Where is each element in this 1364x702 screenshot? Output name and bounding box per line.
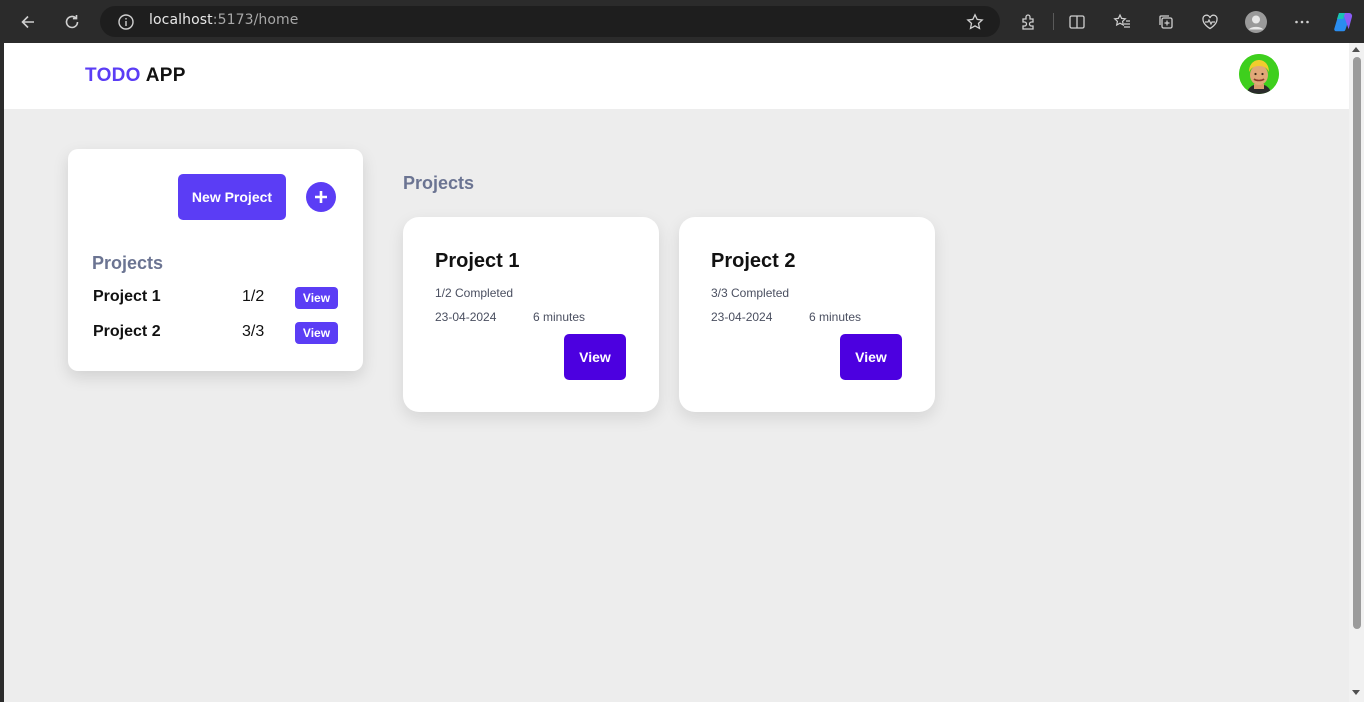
project-duration: 6 minutes [533, 310, 586, 324]
project-view-button[interactable]: View [840, 334, 902, 380]
sidebar-item-count: 1/2 [242, 288, 265, 305]
project-view-button[interactable]: View [564, 334, 626, 380]
collections-icon[interactable] [1152, 8, 1180, 36]
page-scrollbar[interactable] [1349, 43, 1364, 702]
url-path: :5173/home [212, 12, 299, 28]
project-date: 23-04-2024 [435, 310, 497, 324]
project-status: 1/2 Completed [435, 286, 514, 300]
sidebar-item-project-1: Project 1 1/2 View [93, 287, 338, 309]
extensions-icon[interactable] [1015, 8, 1043, 36]
sidebar-heading: Projects [92, 253, 164, 273]
project-status: 3/3 Completed [711, 286, 790, 300]
sidebar-item-project-2: Project 2 3/3 View [93, 322, 338, 344]
plus-icon [315, 191, 327, 203]
project-title: Project 1 [435, 250, 520, 272]
logo-app: APP [145, 65, 186, 86]
add-project-button[interactable] [306, 182, 336, 212]
new-project-button[interactable]: New Project [178, 174, 286, 220]
sidebar-view-button[interactable]: View [295, 287, 338, 309]
project-card: Project 2 3/3 Completed 23-04-2024 6 min… [679, 217, 935, 412]
profile-icon[interactable] [1242, 8, 1270, 36]
more-options-icon[interactable] [1288, 8, 1316, 36]
back-icon[interactable] [14, 8, 42, 36]
toolbar-divider [1053, 13, 1054, 30]
browser-essentials-icon[interactable] [1196, 8, 1224, 36]
copilot-icon[interactable] [1329, 8, 1357, 36]
favorites-icon[interactable] [1108, 8, 1136, 36]
scroll-down-icon[interactable] [1352, 690, 1360, 695]
app-header: TODO APP [4, 43, 1349, 109]
sidebar-item-name: Project 1 [93, 288, 161, 305]
site-info-icon[interactable] [117, 13, 135, 31]
sidebar-card: New Project Projects Project 1 1/2 View … [68, 149, 363, 371]
project-date: 23-04-2024 [711, 310, 773, 324]
project-card: Project 1 1/2 Completed 23-04-2024 6 min… [403, 217, 659, 412]
project-duration: 6 minutes [809, 310, 862, 324]
url-text: localhost:5173/home [149, 12, 299, 28]
browser-toolbar: localhost:5173/home [0, 0, 1364, 43]
reload-icon[interactable] [58, 8, 86, 36]
favorite-star-icon[interactable] [966, 13, 984, 35]
split-screen-icon[interactable] [1063, 8, 1091, 36]
sidebar-item-name: Project 2 [93, 323, 161, 340]
project-title: Project 2 [711, 250, 796, 272]
projects-heading: Projects [403, 173, 475, 193]
scroll-up-icon[interactable] [1352, 47, 1360, 52]
address-bar[interactable]: localhost:5173/home [100, 6, 1000, 37]
scroll-thumb[interactable] [1353, 57, 1361, 629]
page-viewport: TODO APP New Project Projects Project 1 1… [4, 43, 1349, 702]
logo-todo: TODO [85, 65, 141, 86]
app-logo[interactable]: TODO APP [85, 65, 186, 87]
url-host: localhost [149, 12, 213, 28]
user-avatar-icon [1239, 54, 1279, 94]
avatar[interactable] [1239, 54, 1279, 94]
sidebar-view-button[interactable]: View [295, 322, 338, 344]
sidebar-item-count: 3/3 [242, 323, 265, 340]
